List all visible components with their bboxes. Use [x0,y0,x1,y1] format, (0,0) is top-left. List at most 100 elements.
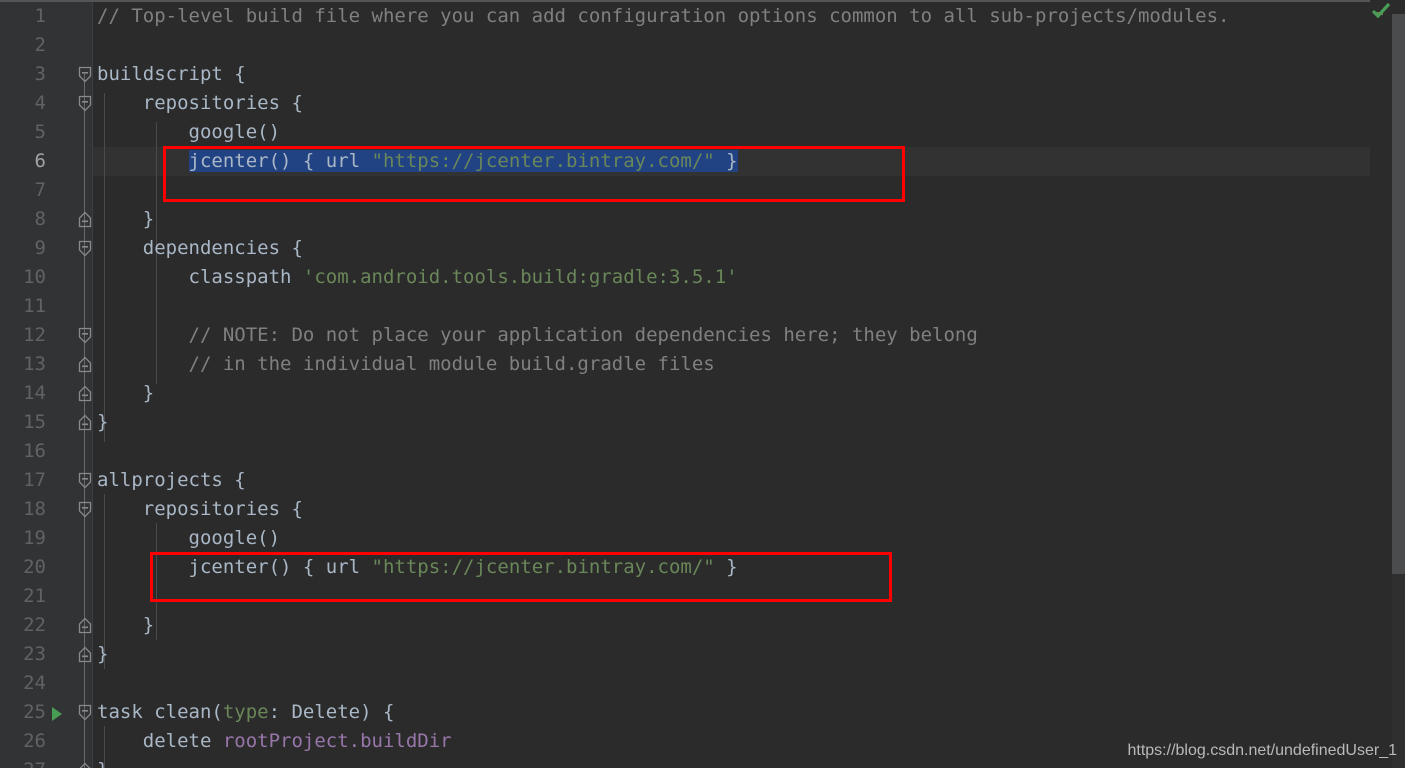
fold-glyph [78,95,92,112]
fold-region-end-icon[interactable] [78,350,93,379]
code-editor-window: 1 2 3 4 5 6 7 8 9 10 11 12 13 14 15 16 17 18 19 20 21 22 23 24 2… [0,0,1405,768]
fold-glyph [78,356,92,373]
code-line[interactable] [93,31,1405,60]
fold-collapse-icon[interactable] [78,60,93,89]
fold-region-end-icon[interactable] [78,640,93,669]
code-token: task clean( [97,701,223,723]
line-number: 23 [23,643,46,665]
code-line[interactable]: repositories { [93,495,1405,524]
code-line-text: task clean(type: Delete) { [93,701,394,723]
code-line-text: // Top-level build file where you can ad… [93,5,1229,27]
code-line[interactable] [93,176,1405,205]
code-line-text: classpath 'com.android.tools.build:gradl… [93,266,738,288]
code-line[interactable]: google() [93,118,1405,147]
fold-glyph [78,327,92,344]
code-line[interactable]: } [93,611,1405,640]
line-number: 1 [34,5,46,27]
code-line[interactable]: // NOTE: Do not place your application d… [93,321,1405,350]
code-line[interactable]: } [93,408,1405,437]
code-line[interactable] [93,437,1405,466]
fold-collapse-icon[interactable] [78,466,93,495]
inspection-ok-check-icon[interactable] [1371,2,1391,20]
fold-region-end-icon[interactable] [78,756,93,768]
code-line[interactable]: task clean(type: Delete) { [93,698,1405,727]
code-line-text: jcenter() { url "https://jcenter.bintray… [93,150,738,172]
line-number: 12 [23,324,46,346]
fold-region-end-icon[interactable] [78,379,93,408]
fold-region-end-icon[interactable] [78,611,93,640]
run-task-icon[interactable] [46,698,68,727]
fold-glyph [78,646,92,663]
code-line-text: // in the individual module build.gradle… [93,353,715,375]
code-line-text: delete rootProject.buildDir [93,730,452,752]
line-number: 10 [23,266,46,288]
code-line[interactable]: allprojects { [93,466,1405,495]
fold-glyph [78,762,92,768]
scrollbar-thumb[interactable] [1392,14,1405,574]
line-number: 14 [23,382,46,404]
code-token: } [97,643,109,665]
code-line[interactable]: dependencies { [93,234,1405,263]
line-number: 13 [23,353,46,375]
code-line[interactable]: repositories { [93,89,1405,118]
code-token: } [97,382,155,404]
fold-region-end-icon[interactable] [78,408,93,437]
fold-glyph [78,501,92,518]
code-line[interactable]: } [93,205,1405,234]
code-line[interactable]: // Top-level build file where you can ad… [93,2,1405,31]
fold-glyph [78,211,92,228]
code-line-text: } [93,411,108,433]
code-line[interactable] [93,292,1405,321]
code-token: jcenter() { url [188,150,372,172]
code-line[interactable]: buildscript { [93,60,1405,89]
fold-collapse-icon[interactable] [78,89,93,118]
code-line-text: buildscript { [93,63,246,85]
fold-collapse-icon[interactable] [78,698,93,727]
fold-glyph [78,617,92,634]
code-line[interactable]: jcenter() { url "https://jcenter.bintray… [93,147,1405,176]
line-number: 6 [34,150,46,172]
code-token: } [97,411,109,433]
code-line[interactable]: } [93,640,1405,669]
text-selection: jcenter() { url "https://jcenter.bintray… [188,150,738,172]
code-line[interactable]: } [93,379,1405,408]
code-line-text: repositories { [93,92,303,114]
code-line-text: repositories { [93,498,303,520]
fold-collapse-icon[interactable] [78,495,93,524]
fold-collapse-icon[interactable] [78,234,93,263]
code-line[interactable] [93,582,1405,611]
code-line[interactable]: classpath 'com.android.tools.build:gradl… [93,263,1405,292]
line-number: 20 [23,556,46,578]
line-number: 8 [34,208,46,230]
line-number: 25 [23,701,46,723]
code-line-text: } [93,614,154,636]
code-line-text: google() [93,121,281,143]
code-token: "https://jcenter.bintray.com/" [371,150,715,172]
code-token: delete [97,730,223,752]
play-triangle-icon [52,706,62,721]
line-number: 16 [23,440,46,462]
code-text-area[interactable]: // Top-level build file where you can ad… [93,2,1405,768]
line-number: 22 [23,614,46,636]
code-line[interactable]: google() [93,524,1405,553]
code-line[interactable] [93,669,1405,698]
code-line-text: // NOTE: Do not place your application d… [93,324,978,346]
code-token: classpath [97,266,303,288]
code-token: // in the individual module build.gradle… [97,353,715,375]
line-number: 21 [23,585,46,607]
fold-region-end-icon[interactable] [78,205,93,234]
fold-collapse-icon[interactable] [78,321,93,350]
line-number: 4 [34,92,46,114]
code-line[interactable]: // in the individual module build.gradle… [93,350,1405,379]
code-line[interactable]: jcenter() { url "https://jcenter.bintray… [93,553,1405,582]
code-token: } [97,759,108,768]
fold-glyph [78,385,92,402]
fold-glyph [78,704,92,721]
line-number: 26 [23,730,46,752]
